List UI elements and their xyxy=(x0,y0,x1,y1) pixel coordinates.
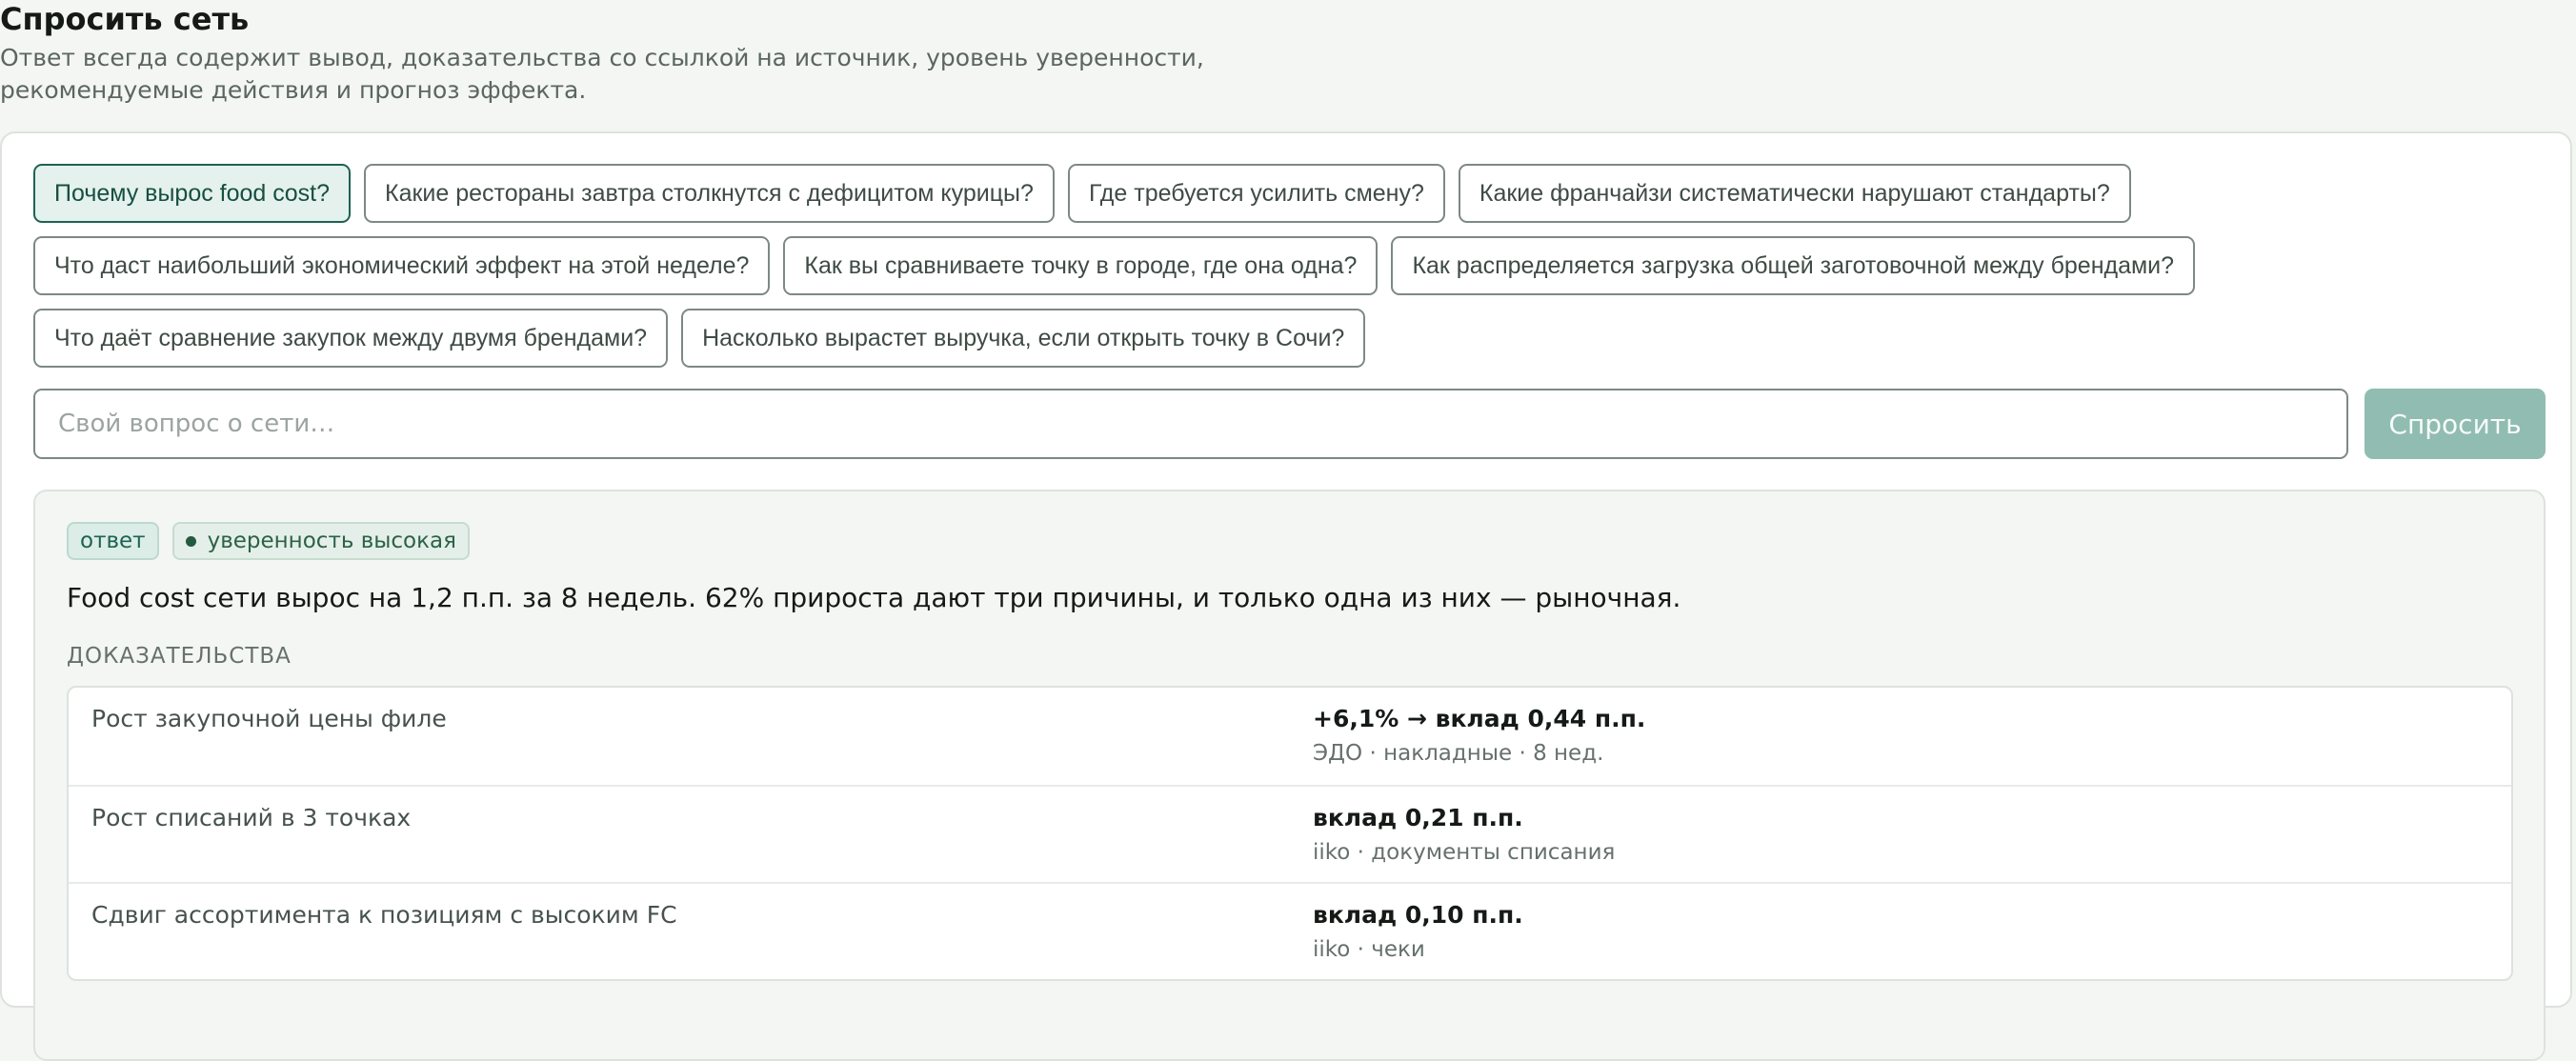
answer-badge: ответ xyxy=(67,522,159,560)
evidence-row: Рост списаний в 3 точках вклад 0,21 п.п.… xyxy=(69,785,2511,882)
evidence-impact: +6,1% → вклад 0,44 п.п. xyxy=(1313,705,1646,732)
suggestion-chip-chicken-shortage[interactable]: Какие рестораны завтра столкнутся с дефи… xyxy=(364,164,1055,223)
suggestion-chip-sochi-revenue[interactable]: Насколько вырастет выручка, если открыть… xyxy=(681,309,1366,368)
evidence-table: Рост закупочной цены филе +6,1% → вклад … xyxy=(67,686,2513,981)
answer-badges: ответ уверенность высокая xyxy=(67,522,470,560)
page-subtitle: Ответ всегда содержит вывод, доказательс… xyxy=(0,44,1204,104)
suggestion-chip-economic-effect[interactable]: Что даст наибольший экономический эффект… xyxy=(33,236,771,295)
evidence-source: ЭДО · накладные · 8 нед. xyxy=(1313,741,1604,766)
evidence-row: Рост закупочной цены филе +6,1% → вклад … xyxy=(69,688,2511,785)
evidence-heading: ДОКАЗАТЕЛЬСТВА xyxy=(67,644,292,669)
evidence-source: iiko · чеки xyxy=(1313,937,1425,962)
suggested-questions: Почему вырос food cost? Какие рестораны … xyxy=(33,164,2529,368)
status-dot-icon xyxy=(185,535,196,547)
evidence-impact: вклад 0,21 п.п. xyxy=(1313,804,1523,831)
confidence-badge: уверенность высокая xyxy=(171,522,470,560)
confidence-label: уверенность высокая xyxy=(207,529,456,553)
evidence-factor: Сдвиг ассортимента к позициям с высоким … xyxy=(91,901,677,929)
evidence-source: iiko · документы списания xyxy=(1313,840,1616,865)
suggestion-chip-kitchen-load[interactable]: Как распределяется загрузка общей загото… xyxy=(1391,236,2196,295)
answer-card: ответ уверенность высокая Food cost сети… xyxy=(33,490,2546,1061)
ask-network-panel: Почему вырос food cost? Какие рестораны … xyxy=(0,131,2572,1061)
suggestion-chip-shift-strengthen[interactable]: Где требуется усилить смену? xyxy=(1067,164,1445,223)
answer-text: Food cost сети вырос на 1,2 п.п. за 8 не… xyxy=(67,582,1681,613)
evidence-factor: Рост списаний в 3 точках xyxy=(91,804,412,831)
evidence-factor: Рост закупочной цены филе xyxy=(91,705,447,732)
suggestion-chip-single-city-point[interactable]: Как вы сравниваете точку в городе, где о… xyxy=(783,236,1379,295)
suggestion-chip-franchisee-violations[interactable]: Какие франчайзи систематически нарушают … xyxy=(1458,164,2131,223)
evidence-impact: вклад 0,10 п.п. xyxy=(1313,901,1523,929)
question-input[interactable] xyxy=(33,389,2348,459)
ask-button[interactable]: Спросить xyxy=(2365,389,2546,459)
suggestion-chip-food-cost[interactable]: Почему вырос food cost? xyxy=(33,164,352,223)
page-title: Спросить сеть xyxy=(0,1,250,37)
suggestion-chip-purchase-comparison[interactable]: Что даёт сравнение закупок между двумя б… xyxy=(33,309,669,368)
evidence-row: Сдвиг ассортимента к позициям с высоким … xyxy=(69,882,2511,979)
